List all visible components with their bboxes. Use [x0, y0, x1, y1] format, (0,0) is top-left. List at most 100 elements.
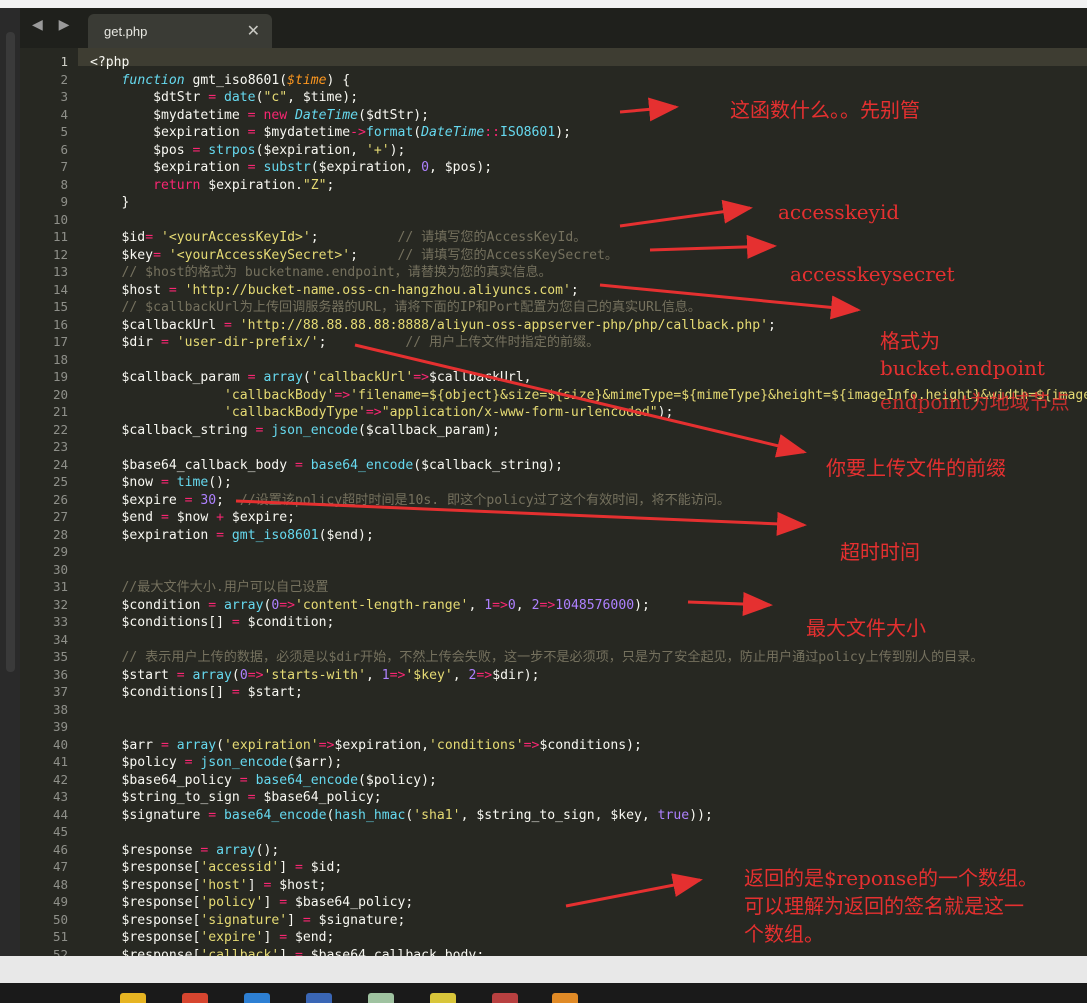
code-line[interactable]: $arr = array('expiration'=>$expiration,'… — [90, 737, 642, 755]
taskbar — [0, 983, 1087, 1003]
code-line[interactable]: $response['host'] = $host; — [90, 877, 327, 895]
code-line[interactable]: // $host的格式为 bucketname.endpoint，请替换为您的真… — [90, 264, 552, 282]
code-line[interactable]: $expire = 30; //设置该policy超时时间是10s. 即这个po… — [90, 492, 731, 510]
code-token: hash_hmac — [334, 807, 406, 823]
code-line[interactable]: $dir = 'user-dir-prefix/'; // 用户上传文件时指定的… — [90, 334, 600, 352]
app-icon[interactable] — [430, 993, 456, 1003]
line-number: 51 — [52, 929, 68, 944]
code-line[interactable]: $conditions[] = $condition; — [90, 614, 335, 632]
code-token: ($expiration, — [255, 142, 366, 158]
code-token: ($arr); — [287, 755, 343, 770]
code-line[interactable]: $dtStr = date("c", $time); — [90, 89, 358, 107]
code-token: (); — [208, 475, 232, 490]
code-token: ); — [389, 142, 406, 158]
code-token: "application/x-www-form-urlencoded" — [381, 405, 658, 420]
code-line[interactable]: 'callbackBodyType'=>"application/x-www-f… — [90, 404, 673, 422]
code-token: DateTime — [421, 125, 485, 140]
chrome-icon[interactable] — [182, 993, 208, 1003]
code-line[interactable]: $string_to_sign = $base64_policy; — [90, 789, 382, 807]
code-line[interactable]: $condition = array(0=>'content-length-ra… — [90, 597, 650, 615]
folder-icon[interactable] — [120, 993, 146, 1003]
code-line[interactable]: $now = time(); — [90, 474, 232, 492]
tab-get-php[interactable]: get.php ✕ — [88, 14, 272, 48]
code-line[interactable]: //最大文件大小.用户可以自己设置 — [90, 579, 329, 597]
code-token: => — [318, 737, 335, 753]
code-token: $string_to_sign — [90, 790, 248, 805]
code-line[interactable]: // $callbackUrl为上传回调服务器的URL，请将下面的IP和Port… — [90, 299, 701, 317]
code-line[interactable]: $response = array(); — [90, 842, 280, 860]
code-token: = — [160, 737, 169, 753]
chevron-left-right-icon[interactable]: ◀ ▶ — [32, 16, 75, 33]
code-line[interactable]: // 表示用户上传的数据，必须是以$dir开始，不然上传会失败，这一步不是必须项… — [90, 649, 984, 667]
code-token: , — [515, 597, 532, 613]
code-area[interactable]: <?php function gmt_iso8601($time) { $dtS… — [90, 48, 1087, 956]
code-line[interactable]: $response['callback'] = $base64_callback… — [90, 947, 485, 957]
code-token: $end — [90, 510, 161, 525]
code-token: = — [239, 772, 248, 788]
code-token: ); — [657, 405, 674, 420]
code-line[interactable]: $conditions[] = $start; — [90, 684, 303, 702]
code-token: $host — [90, 282, 169, 298]
app-icon[interactable] — [368, 993, 394, 1003]
code-token: function — [121, 72, 185, 88]
code-line[interactable]: $base64_policy = base64_encode($policy); — [90, 772, 437, 790]
app-icon[interactable] — [244, 993, 270, 1003]
code-line[interactable]: <?php — [90, 54, 129, 72]
line-number: 49 — [52, 894, 68, 909]
line-number: 20 — [52, 386, 68, 402]
code-line[interactable]: return $expiration."Z"; — [90, 177, 334, 195]
code-token: 'expiration' — [224, 737, 319, 753]
code-line[interactable]: $start = array(0=>'starts-with', 1=>'$ke… — [90, 667, 540, 685]
code-line[interactable]: $callback_string = json_encode($callback… — [90, 422, 500, 440]
scroll-track[interactable] — [6, 32, 15, 672]
code-line[interactable]: $response['signature'] = $signature; — [90, 912, 406, 930]
code-line[interactable]: $id= '<yourAccessKeyId>'; // 请填写您的Access… — [90, 229, 587, 247]
code-line[interactable]: $callback_param = array('callbackUrl'=>$… — [90, 369, 532, 387]
code-line[interactable]: } — [90, 194, 130, 212]
code-token: <?php — [90, 55, 130, 70]
code-line[interactable]: $pos = strpos($expiration, '+'); — [90, 142, 405, 160]
code-token: ; — [350, 247, 398, 263]
code-token: $expire — [90, 492, 185, 508]
code-line[interactable]: $response['expire'] = $end; — [90, 929, 335, 947]
annotation-note: 格式为 — [880, 329, 940, 353]
line-number: 44 — [52, 806, 68, 822]
line-number: 41 — [52, 754, 68, 769]
line-number: 23 — [52, 439, 68, 454]
code-line[interactable]: $key= '<yourAccessKeySecret>'; // 请填写您的A… — [90, 247, 618, 265]
code-line[interactable]: $mydatetime = new DateTime($dtStr); — [90, 107, 429, 125]
code-token: 1048576000 — [555, 597, 635, 613]
sublime-icon[interactable] — [552, 993, 578, 1003]
code-token: ; — [216, 492, 240, 508]
code-line[interactable]: $response['accessid'] = $id; — [90, 859, 343, 877]
code-token: = — [247, 370, 256, 385]
code-line[interactable]: $policy = json_encode($arr); — [90, 754, 343, 772]
code-line[interactable]: function gmt_iso8601($time) { — [90, 72, 351, 90]
code-token: substr — [263, 160, 311, 175]
app-icon[interactable] — [306, 993, 332, 1003]
code-line[interactable]: $expiration = substr($expiration, 0, $po… — [90, 159, 492, 177]
line-number: 35 — [52, 649, 68, 664]
code-line[interactable]: $callbackUrl = 'http://88.88.88.88:8888/… — [90, 317, 776, 335]
code-line[interactable]: $host = 'http://bucket-name.oss-cn-hangz… — [90, 282, 579, 300]
code-line[interactable]: $response['policy'] = $base64_policy; — [90, 894, 414, 912]
code-token: return — [153, 177, 201, 193]
code-line[interactable]: $base64_callback_body = base64_encode($c… — [90, 457, 563, 475]
app-icon[interactable] — [492, 993, 518, 1003]
code-line[interactable]: $end = $now + $expire; — [90, 509, 295, 527]
line-number: 21 — [52, 404, 68, 419]
code-line[interactable]: $expiration = $mydatetime->format(DateTi… — [90, 124, 571, 142]
code-line[interactable]: $signature = base64_encode(hash_hmac('sh… — [90, 807, 713, 825]
close-icon[interactable]: ✕ — [247, 21, 260, 41]
code-token: 'signature' — [200, 912, 288, 928]
code-token: $conditions[] — [90, 685, 232, 700]
code-editor[interactable]: ◀ ▶ get.php ✕ 1 2 3 4 5 6 7 8 9 10 11 12 13 14 15 16 17 1… — [20, 8, 1087, 956]
side-panel-edge — [0, 8, 20, 956]
code-token: ] — [287, 912, 303, 928]
code-line[interactable]: $expiration = gmt_iso8601($end); — [90, 527, 374, 545]
code-token: => — [334, 387, 351, 403]
code-token: ; — [318, 335, 406, 350]
